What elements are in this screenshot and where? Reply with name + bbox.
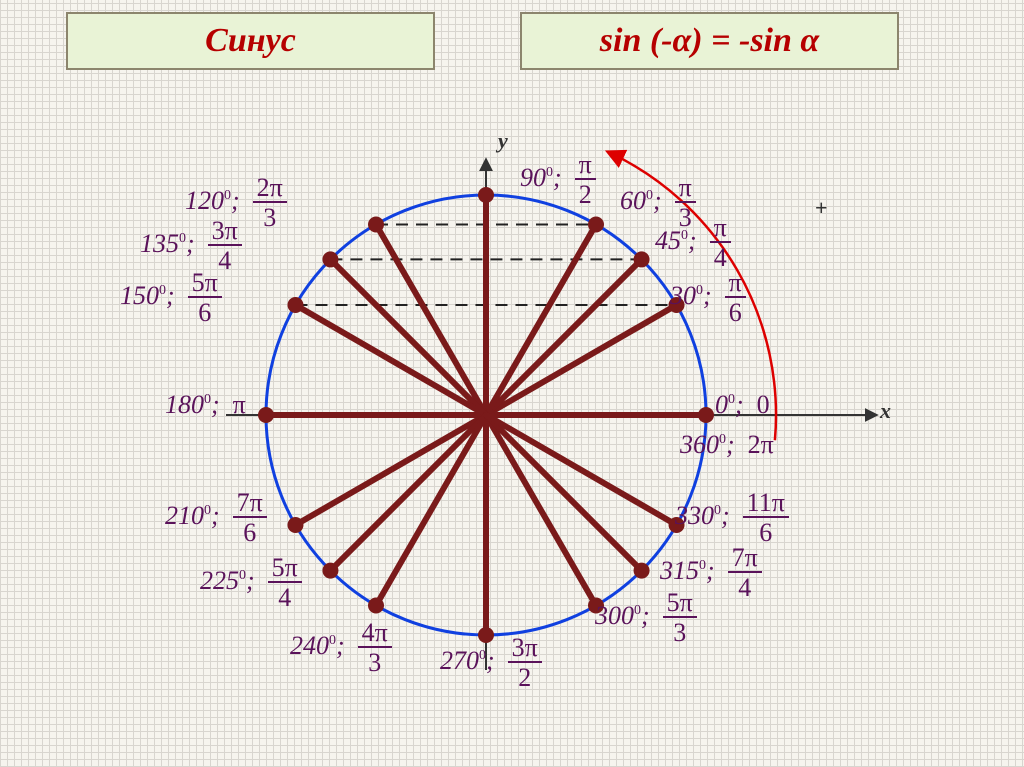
axis-label-x: x — [880, 398, 891, 424]
angle-label-300: 3000; 5π3 — [595, 590, 697, 646]
radius-dot — [634, 563, 650, 579]
radius-dot — [287, 297, 303, 313]
radius-dot — [588, 216, 604, 232]
angle-label-360: 3600; 2π — [680, 430, 774, 460]
angle-label-225: 2250; 5π4 — [200, 555, 302, 611]
radius-dot — [698, 407, 714, 423]
angle-label-30: 300; π6 — [670, 270, 746, 326]
radius-dot — [287, 517, 303, 533]
angle-label-210: 2100; 7π6 — [165, 490, 267, 546]
radius-dot — [368, 598, 384, 614]
radius-dot — [478, 187, 494, 203]
radius-dot — [634, 251, 650, 267]
radius-dot — [322, 563, 338, 579]
angle-label-330: 3300; 11π6 — [675, 490, 789, 546]
radius-dot — [322, 251, 338, 267]
axis-label-y: y — [498, 128, 508, 154]
angle-label-90: 900; π2 — [520, 152, 596, 208]
angle-label-45: 450; π4 — [655, 215, 731, 271]
radius-dot — [368, 216, 384, 232]
radius-dot — [258, 407, 274, 423]
plus-sign: + — [815, 195, 828, 221]
angle-label-180: 1800; π — [165, 390, 246, 420]
angle-label-150: 1500; 5π6 — [120, 270, 222, 326]
angle-label-120: 1200; 2π3 — [185, 175, 287, 231]
angle-label-0: 00; 0 — [715, 390, 770, 420]
angle-label-240: 2400; 4π3 — [290, 620, 392, 676]
angle-label-270: 2700; 3π2 — [440, 635, 542, 691]
